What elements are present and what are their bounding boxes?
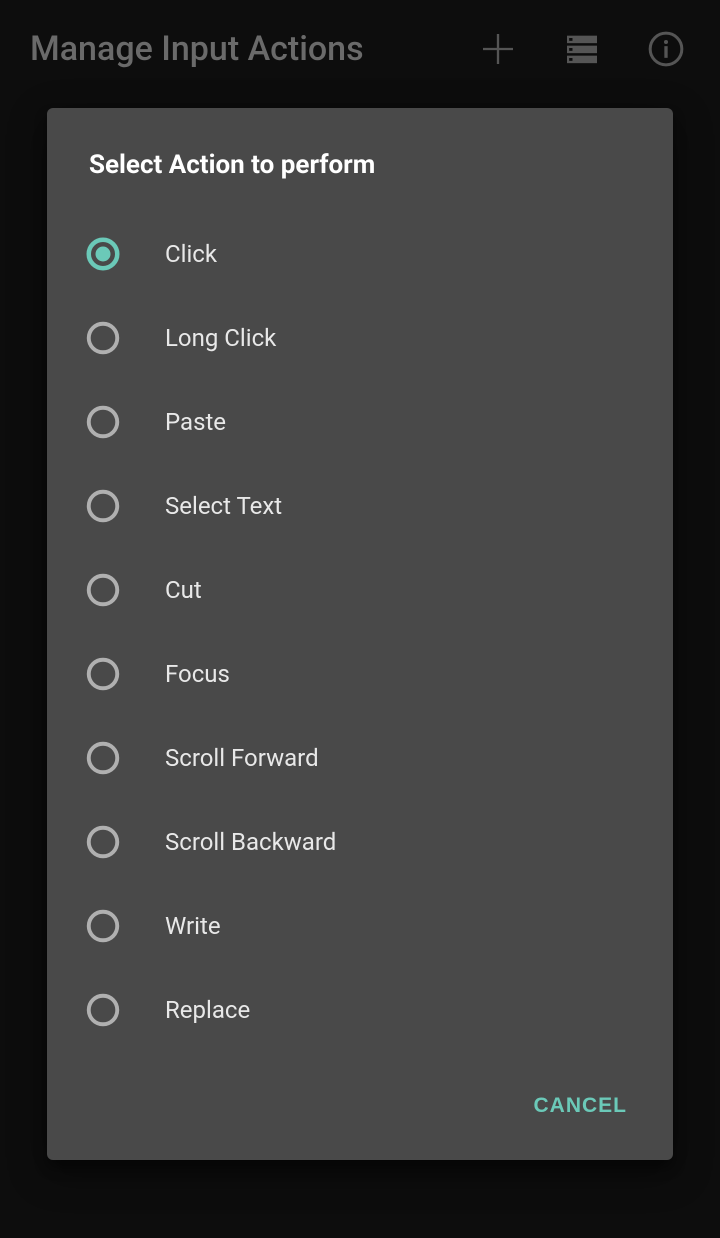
cancel-button[interactable]: CANCEL: [530, 1084, 632, 1128]
dialog-scrim: Select Action to perform Click Long Clic…: [0, 0, 720, 1238]
option-cut[interactable]: Cut: [63, 548, 657, 632]
radio-unchecked-icon: [85, 656, 121, 692]
radio-unchecked-icon: [85, 992, 121, 1028]
option-label: Select Text: [165, 492, 282, 520]
radio-unchecked-icon: [85, 320, 121, 356]
option-focus[interactable]: Focus: [63, 632, 657, 716]
radio-unchecked-icon: [85, 572, 121, 608]
action-options-list: Click Long Click Paste Select Text: [47, 204, 673, 1064]
radio-unchecked-icon: [85, 740, 121, 776]
option-label: Focus: [165, 660, 230, 688]
option-label: Cut: [165, 576, 202, 604]
option-write[interactable]: Write: [63, 884, 657, 968]
option-select-text[interactable]: Select Text: [63, 464, 657, 548]
option-click[interactable]: Click: [63, 212, 657, 296]
option-label: Scroll Forward: [165, 744, 319, 772]
option-long-click[interactable]: Long Click: [63, 296, 657, 380]
option-scroll-forward[interactable]: Scroll Forward: [63, 716, 657, 800]
select-action-dialog: Select Action to perform Click Long Clic…: [47, 108, 673, 1160]
option-label: Long Click: [165, 324, 276, 352]
option-paste[interactable]: Paste: [63, 380, 657, 464]
option-label: Write: [165, 912, 221, 940]
radio-unchecked-icon: [85, 824, 121, 860]
dialog-title: Select Action to perform: [47, 108, 673, 204]
option-scroll-backward[interactable]: Scroll Backward: [63, 800, 657, 884]
radio-unchecked-icon: [85, 404, 121, 440]
radio-unchecked-icon: [85, 908, 121, 944]
radio-checked-icon: [85, 236, 121, 272]
option-label: Scroll Backward: [165, 828, 336, 856]
option-label: Click: [165, 240, 217, 268]
radio-unchecked-icon: [85, 488, 121, 524]
dialog-actions: CANCEL: [47, 1064, 673, 1160]
option-replace[interactable]: Replace: [63, 968, 657, 1052]
option-label: Paste: [165, 408, 226, 436]
option-label: Replace: [165, 996, 250, 1024]
